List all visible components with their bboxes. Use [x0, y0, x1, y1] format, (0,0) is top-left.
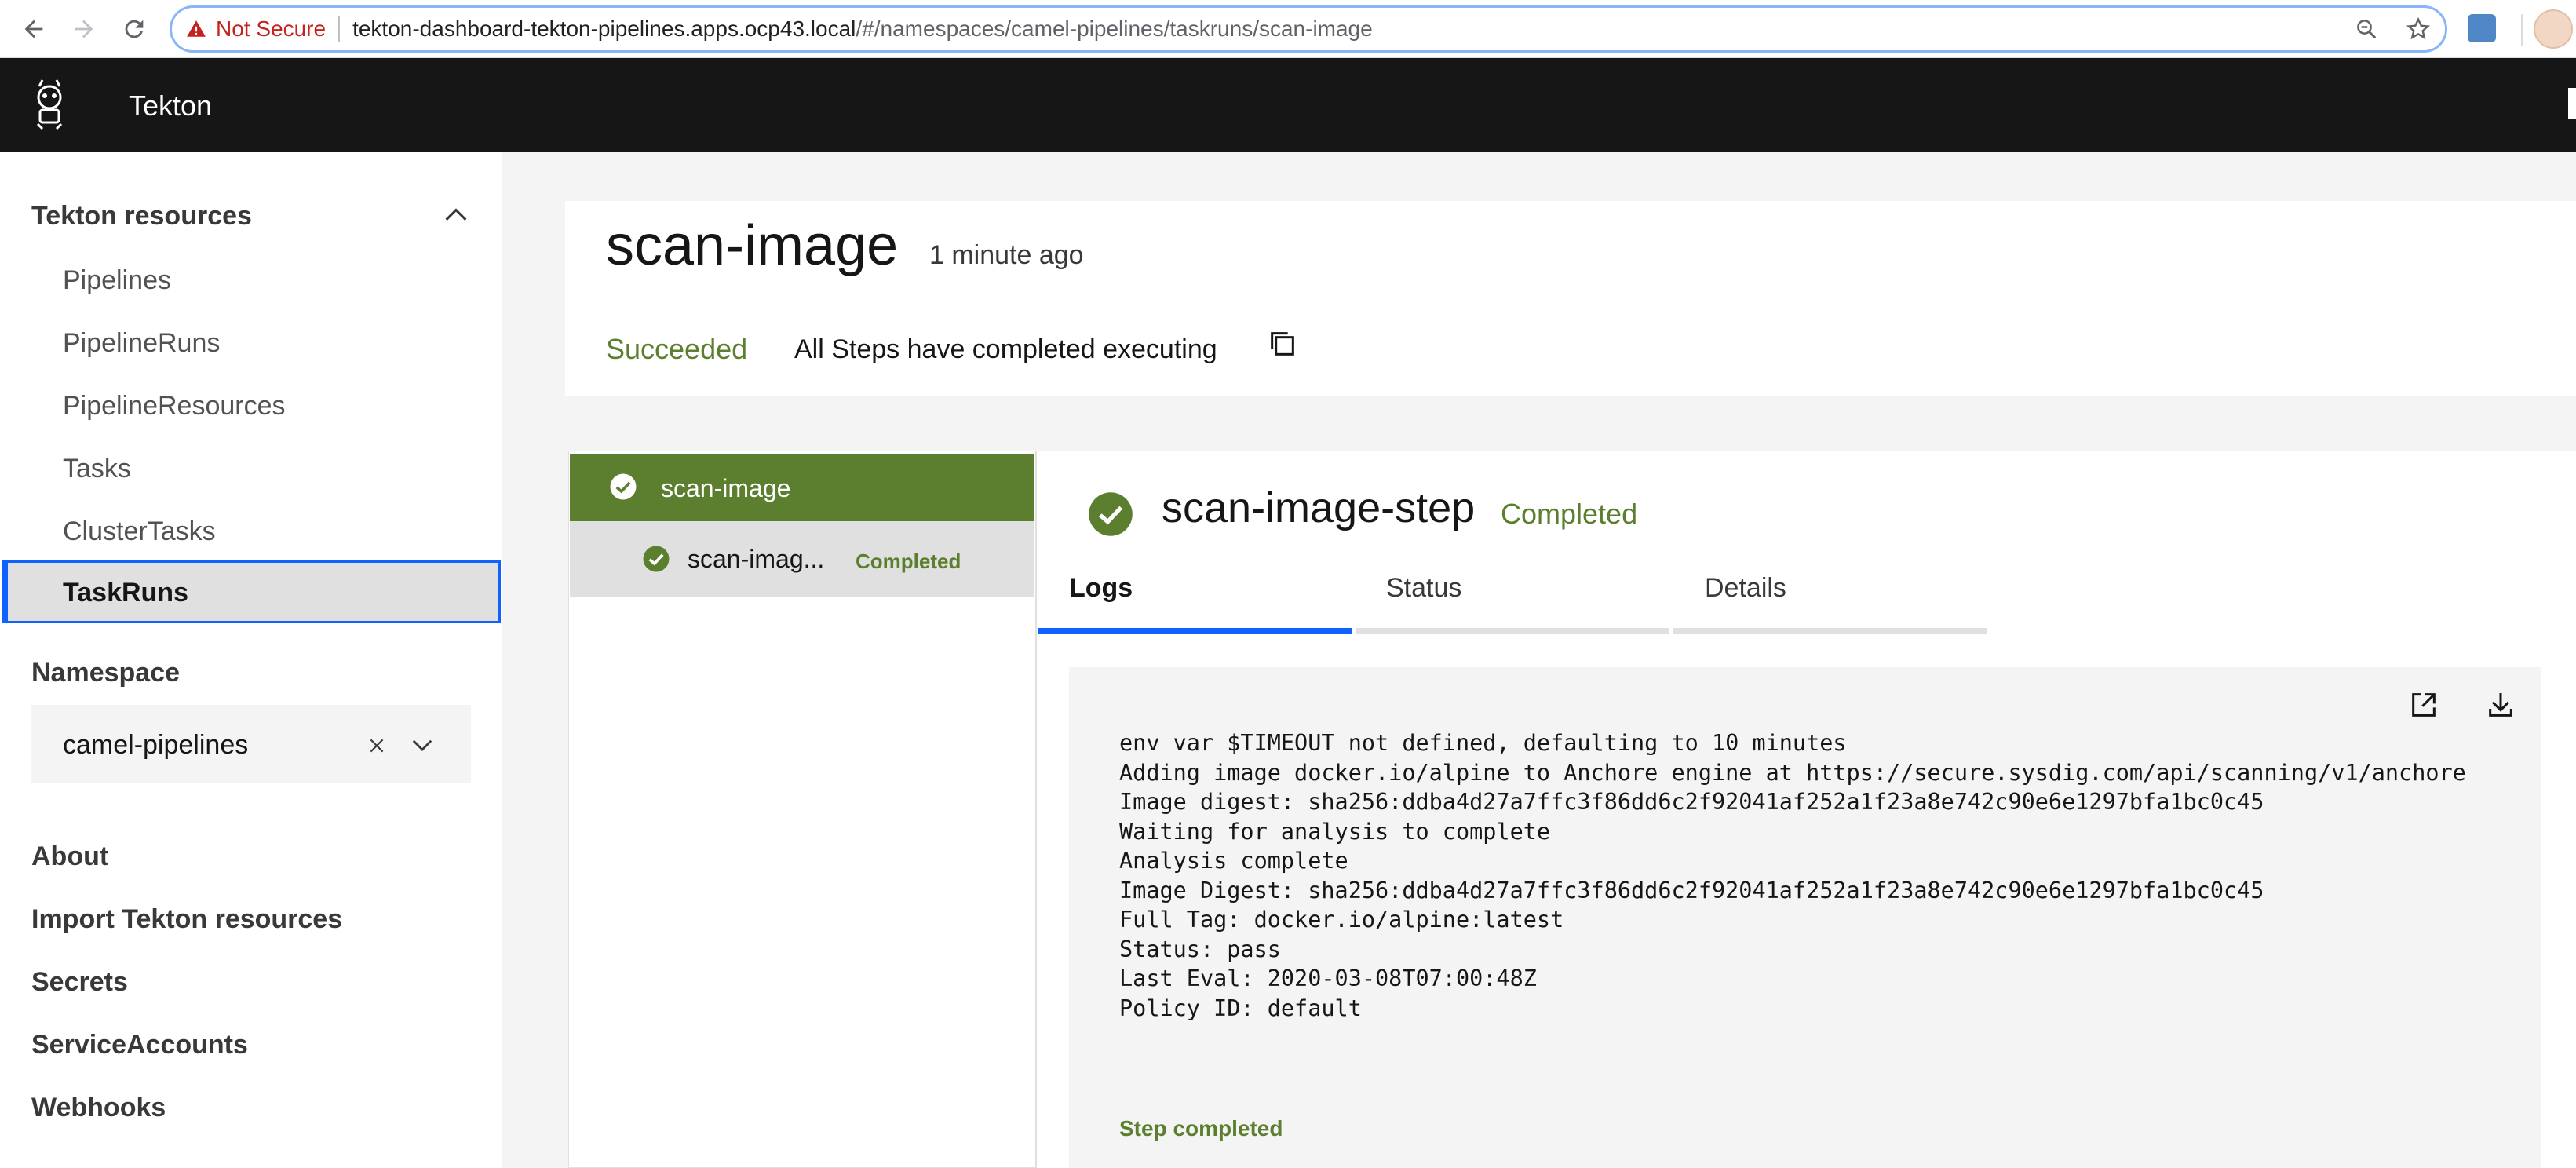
- zoom-icon: [2357, 20, 2377, 39]
- chevron-up-icon[interactable]: [443, 206, 469, 223]
- tab-status[interactable]: Status: [1386, 573, 1461, 604]
- tab-logs[interactable]: Logs: [1069, 573, 1133, 604]
- sidebar-link-webhooks[interactable]: Webhooks: [31, 1093, 166, 1123]
- back-button[interactable]: [16, 11, 52, 47]
- run-time: 1 minute ago: [929, 240, 1084, 270]
- log-line: Image digest: sha256:ddba4d27a7ffc3f86dd…: [1119, 789, 2264, 815]
- log-footer-status: Step completed: [1119, 1116, 1283, 1141]
- namespace-value[interactable]: camel-pipelines: [63, 730, 248, 761]
- open-log-button[interactable]: [2406, 688, 2441, 722]
- log-line: Waiting for analysis to complete: [1119, 819, 1551, 845]
- task-tree-step-label[interactable]: scan-imag...: [688, 545, 824, 574]
- launch-icon: [2412, 693, 2436, 717]
- selected-step-pointer: [1009, 521, 1034, 597]
- log-line: Adding image docker.io/alpine to Anchore…: [1119, 760, 2466, 786]
- chevron-down-icon: [412, 739, 432, 751]
- sidebar-item-tasks[interactable]: Tasks: [63, 454, 131, 484]
- bookmark-button[interactable]: [2405, 16, 2432, 42]
- header-edge: [2568, 88, 2576, 119]
- url-separator: [338, 16, 341, 42]
- tab-logs-underline: [1038, 628, 1352, 634]
- log-line: Last Eval: 2020-03-08T07:00:48Z: [1119, 965, 1537, 991]
- tekton-resources-heading[interactable]: Tekton resources: [31, 201, 252, 232]
- url-path: /#/namespaces/camel-pipelines/taskruns/s…: [856, 16, 1373, 41]
- success-check-icon: [643, 546, 670, 572]
- download-icon: [2489, 693, 2512, 717]
- sidebar-item-taskruns-label[interactable]: TaskRuns: [63, 578, 188, 608]
- run-status-message: All Steps have completed executing: [794, 334, 1217, 364]
- sidebar-link-serviceaccounts[interactable]: ServiceAccounts: [31, 1030, 248, 1060]
- sidebar-item-clustertasks[interactable]: ClusterTasks: [63, 516, 216, 547]
- sidebar-item-pipelines[interactable]: Pipelines: [63, 265, 171, 296]
- log-line: Status: pass: [1119, 936, 1281, 962]
- page-title: scan-image: [606, 214, 899, 277]
- close-icon: [370, 739, 384, 753]
- log-line: Full Tag: docker.io/alpine:latest: [1119, 907, 1564, 933]
- arrow-right-icon: [75, 20, 93, 38]
- step-status: Completed: [1501, 498, 1638, 530]
- sidebar-link-secrets[interactable]: Secrets: [31, 967, 128, 998]
- zoom-button[interactable]: [2353, 16, 2380, 42]
- profile-avatar[interactable]: [2534, 9, 2573, 49]
- extension-icon[interactable]: [2468, 14, 2496, 42]
- tab-details[interactable]: Details: [1705, 573, 1786, 604]
- step-title: scan-image-step: [1162, 484, 1476, 531]
- app-header: [0, 58, 2576, 152]
- log-line: env var $TIMEOUT not defined, defaulting…: [1119, 730, 1847, 756]
- url-host: tekton-dashboard-tekton-pipelines.apps.o…: [352, 16, 856, 41]
- security-indicator[interactable]: Not Secure: [216, 16, 326, 42]
- namespace-open-button[interactable]: [407, 732, 438, 760]
- app-title[interactable]: Tekton: [129, 89, 212, 122]
- star-icon: [2406, 16, 2431, 40]
- log-line: Policy ID: default: [1119, 995, 1362, 1021]
- copy-icon[interactable]: [1267, 328, 1298, 360]
- reload-button[interactable]: [116, 11, 152, 47]
- tekton-logo-icon[interactable]: [28, 78, 71, 130]
- task-tree-step-status: Completed: [856, 549, 961, 573]
- task-tree-task[interactable]: [570, 454, 1034, 521]
- reload-icon: [125, 20, 144, 38]
- sidebar-link-about[interactable]: About: [31, 841, 108, 872]
- tab-details-underline: [1673, 628, 1987, 634]
- run-status: Succeeded: [606, 333, 748, 365]
- namespace-clear-button[interactable]: [363, 732, 391, 760]
- warning-icon: [187, 20, 206, 37]
- download-log-button[interactable]: [2483, 688, 2518, 722]
- tab-status-underline: [1356, 628, 1669, 634]
- sidebar-item-pipelineruns[interactable]: PipelineRuns: [63, 328, 220, 359]
- sidebar-item-pipelineresources[interactable]: PipelineResources: [63, 391, 286, 422]
- arrow-left-icon: [24, 20, 43, 38]
- toolbar-divider: [2521, 14, 2523, 46]
- sidebar-link-import[interactable]: Import Tekton resources: [31, 904, 342, 935]
- namespace-heading: Namespace: [31, 658, 181, 688]
- success-check-icon: [1089, 492, 1133, 536]
- log-line: Image Digest: sha256:ddba4d27a7ffc3f86dd…: [1119, 878, 2264, 903]
- forward-button[interactable]: [66, 11, 102, 47]
- log-line: Analysis complete: [1119, 848, 1348, 874]
- success-check-icon: [610, 473, 637, 500]
- address-bar[interactable]: Not Secure tekton-dashboard-tekton-pipel…: [170, 5, 2447, 53]
- task-tree-task-label[interactable]: scan-image: [661, 474, 790, 503]
